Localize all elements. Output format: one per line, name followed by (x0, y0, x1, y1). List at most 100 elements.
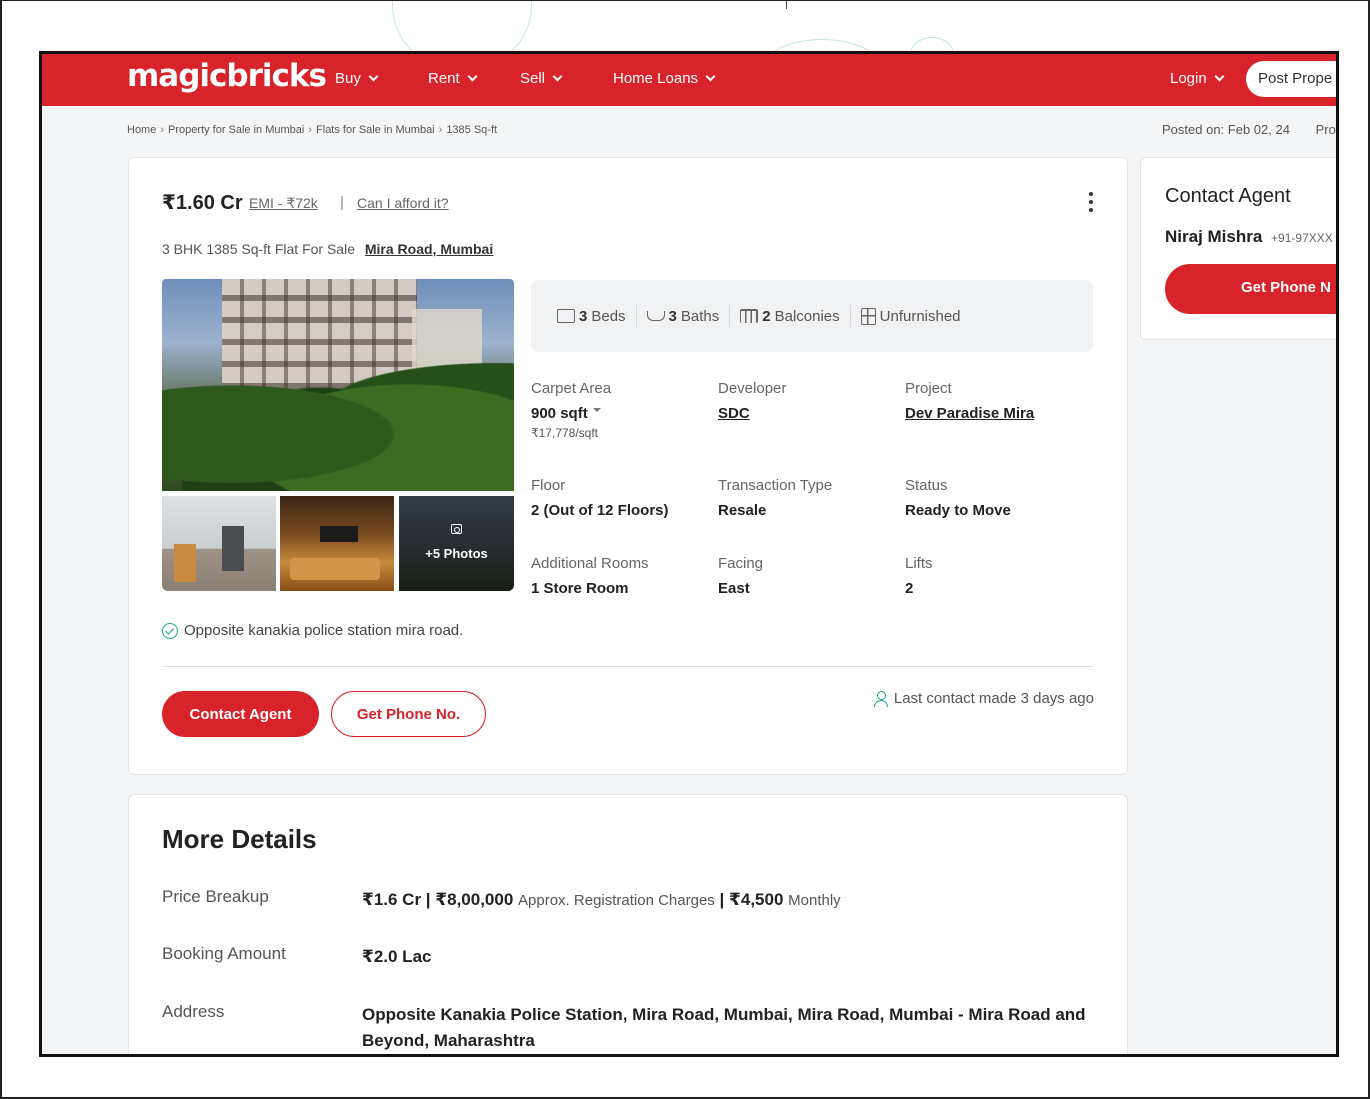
chevron-down-icon (552, 71, 563, 81)
check-circle-icon (162, 622, 178, 639)
detail-value: Opposite Kanakia Police Station, Mira Ro… (362, 1005, 1086, 1050)
amenity-furnishing: Unfurnished (851, 305, 971, 327)
agent-phone: +91-97XXX (1271, 231, 1333, 245)
more-photos-label: +5 Photos (425, 546, 488, 561)
spec-value: 2 (905, 580, 914, 597)
thumbnail-overlay (399, 496, 514, 591)
bath-icon (646, 311, 665, 321)
chevron-down-icon (705, 71, 716, 81)
detail-booking-amount: Booking Amount ₹2.0 Lac (162, 944, 1092, 970)
spec-value[interactable]: 900 sqft (531, 405, 611, 422)
monthly-amount: ₹4,500 (729, 890, 784, 909)
login-label: Login (1170, 70, 1207, 87)
project-link[interactable]: Dev Paradise Mira (905, 405, 1034, 422)
detail-label: Address (162, 1002, 225, 1021)
detail-price-breakup: Price Breakup ₹1.6 Cr | ₹8,00,000 Approx… (162, 887, 1092, 914)
breadcrumb-flats-sale[interactable]: Flats for Sale in Mumbai (316, 124, 435, 136)
nav-rent[interactable]: Rent (428, 70, 478, 87)
afford-link[interactable]: Can I afford it? (357, 195, 449, 211)
nav-rent-label: Rent (428, 70, 460, 87)
spec-value: 1 Store Room (531, 580, 629, 597)
spec-label: Project (905, 380, 952, 397)
balconies-label: Balconies (774, 307, 840, 325)
baths-count: 3 (668, 307, 677, 325)
spec-status: Status Ready to Move (905, 477, 1011, 519)
detail-label: Booking Amount (162, 944, 286, 963)
detail-value: ₹2.0 Lac (362, 947, 432, 966)
spec-label: Status (905, 477, 948, 494)
decorative-line (786, 1, 787, 9)
monthly-label: Monthly (788, 892, 841, 909)
amenity-baths: 3 Baths (637, 305, 731, 327)
emi-link[interactable]: EMI - ₹72k (249, 195, 318, 212)
breadcrumb-separator: › (438, 124, 443, 136)
registration-label: Approx. Registration Charges (518, 892, 715, 909)
chevron-down-icon (1214, 71, 1225, 81)
magicbricks-logo[interactable]: magicbricks (127, 58, 327, 94)
balconies-count: 2 (762, 307, 771, 325)
spec-lifts: Lifts 2 (905, 555, 933, 597)
more-options-icon[interactable] (1084, 190, 1098, 214)
chevron-down-icon (368, 71, 379, 81)
bed-icon (557, 309, 575, 323)
more-details-title: More Details (162, 824, 317, 854)
spec-facing: Facing East (718, 555, 763, 597)
breadcrumb-separator: › (160, 124, 165, 136)
nav-buy[interactable]: Buy (335, 70, 379, 87)
photo-thumbnail[interactable] (280, 496, 394, 591)
separator: | (340, 194, 344, 211)
agent-name: Niraj Mishra (1165, 227, 1263, 246)
breadcrumb-property-sale[interactable]: Property for Sale in Mumbai (168, 124, 304, 136)
nav-home-loans-label: Home Loans (613, 70, 699, 87)
spec-label: Floor (531, 477, 566, 494)
spec-label: Facing (718, 555, 764, 572)
carpet-area-value: 900 sqft (531, 405, 588, 422)
spec-label: Transaction Type (718, 477, 833, 494)
contact-agent-card: Contact Agent Niraj Mishra +91-97XXX Get… (1140, 157, 1336, 340)
nav-sell[interactable]: Sell (520, 70, 563, 87)
spec-floor: Floor 2 (Out of 12 Floors) (531, 477, 669, 519)
spec-value: Ready to Move (905, 502, 1011, 519)
landmark-text: Opposite kanakia police station mira roa… (184, 622, 464, 639)
contact-card-title: Contact Agent (1165, 185, 1291, 207)
thumbnail-door (222, 526, 244, 571)
nav-sell-label: Sell (520, 70, 546, 87)
chevron-down-icon (467, 71, 478, 81)
thumbnail-shelf (174, 544, 196, 582)
detail-value: ₹1.6 Cr | ₹8,00,000 Approx. Registration… (362, 887, 1092, 914)
breadcrumb-current: 1385 Sq-ft (446, 124, 498, 136)
posted-tail: Pro (1315, 122, 1336, 137)
listing-price: ₹1.60 Cr (162, 192, 243, 214)
price-breakup-amount: ₹1.6 Cr | ₹8,00,000 (362, 890, 514, 909)
spec-value: Resale (718, 502, 767, 519)
thumbnail-sofa (290, 558, 380, 580)
nav-buy-label: Buy (335, 70, 361, 87)
more-details-card: More Details Price Breakup ₹1.6 Cr | ₹8,… (128, 794, 1128, 1054)
furnishing-icon (860, 307, 876, 325)
balcony-icon (740, 309, 759, 323)
main-photo[interactable] (162, 279, 514, 491)
trees-image (162, 349, 514, 491)
spec-carpet-area: Carpet Area 900 sqft ₹17,778/sqft (531, 380, 611, 440)
thumbnail-tv (320, 526, 358, 542)
login-menu[interactable]: Login (1170, 70, 1225, 87)
spec-additional-rooms: Additional Rooms 1 Store Room (531, 555, 649, 597)
listing-subtitle-text: 3 BHK 1385 Sq-ft Flat For Sale (162, 241, 355, 257)
contact-agent-button[interactable]: Contact Agent (162, 691, 319, 737)
separator: | (719, 890, 725, 909)
more-photos-thumbnail[interactable]: +5 Photos (399, 496, 514, 591)
developer-link[interactable]: SDC (718, 405, 786, 422)
last-contact-text: Last contact made 3 days ago (893, 690, 1094, 707)
post-property-button[interactable]: Post Prope (1246, 61, 1336, 97)
amenity-beds: 3 Beds (547, 305, 637, 327)
photo-thumbnail[interactable] (162, 496, 276, 591)
listing-card: ₹1.60 Cr EMI - ₹72k | Can I afford it? 3… (128, 157, 1128, 775)
amenities-bar: 3 Beds 3 Baths 2 Balconies Unfurnished (531, 280, 1093, 352)
location-link[interactable]: Mira Road, Mumbai (365, 241, 493, 257)
price-per-sqft: ₹17,778/sqft (531, 426, 599, 440)
beds-label: Beds (591, 307, 626, 325)
breadcrumb-home[interactable]: Home (127, 124, 156, 136)
nav-home-loans[interactable]: Home Loans (613, 70, 716, 87)
get-phone-button[interactable]: Get Phone No. (331, 691, 486, 737)
get-phone-number-button[interactable]: Get Phone N (1165, 264, 1336, 314)
